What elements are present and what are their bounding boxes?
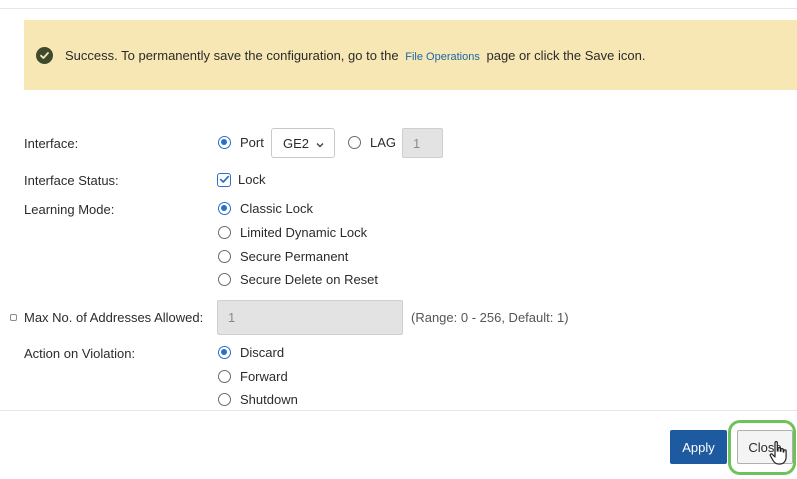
secure-delete-on-reset-radio[interactable]	[218, 273, 231, 286]
checkmark-icon	[219, 175, 229, 183]
required-marker-icon	[10, 314, 17, 322]
violation-option-label: Discard	[240, 345, 285, 360]
forward-radio[interactable]	[218, 370, 231, 383]
port-select[interactable]: GE2	[271, 128, 335, 158]
file-operations-link[interactable]: File Operations	[405, 51, 480, 63]
interface-label: Interface:	[24, 136, 79, 151]
lag-radio-label: LAG	[370, 135, 397, 150]
classic-lock-radio[interactable]	[218, 202, 231, 215]
learning-mode-option-label: Secure Permanent	[240, 249, 349, 264]
alert-message: Success. To permanently save the configu…	[65, 48, 645, 63]
check-circle-icon	[36, 46, 53, 64]
secure-permanent-radio[interactable]	[218, 250, 231, 263]
max-addresses-label-text: Max No. of Addresses Allowed:	[24, 310, 204, 325]
max-addresses-field: 1	[217, 300, 403, 335]
port-select-value: GE2	[283, 135, 310, 151]
learning-mode-option-label: Limited Dynamic Lock	[240, 225, 368, 240]
alert-text-after: page or click the Save icon.	[486, 47, 646, 63]
port-radio[interactable]	[218, 136, 231, 149]
limited-dynamic-lock-radio[interactable]	[218, 226, 231, 239]
violation-option-label: Forward	[240, 369, 288, 384]
port-radio-label: Port	[240, 135, 264, 150]
learning-mode-option[interactable]: Secure Permanent	[218, 249, 348, 264]
max-addresses-label: Max No. of Addresses Allowed:	[10, 310, 203, 325]
lag-value-field: 1	[402, 128, 443, 158]
violation-option[interactable]: Discard	[218, 345, 284, 360]
port-radio-option[interactable]: Port	[218, 135, 264, 150]
learning-mode-option-label: Classic Lock	[240, 201, 313, 216]
learning-mode-option[interactable]: Limited Dynamic Lock	[218, 225, 367, 240]
violation-option[interactable]: Shutdown	[218, 392, 298, 407]
chevron-down-icon	[315, 138, 325, 153]
learning-mode-option[interactable]: Classic Lock	[218, 201, 313, 216]
lock-checkbox-option[interactable]: Lock	[217, 172, 265, 187]
learning-mode-option-label: Secure Delete on Reset	[240, 272, 379, 287]
lag-radio-option[interactable]: LAG	[348, 135, 396, 150]
lag-radio[interactable]	[348, 136, 361, 149]
apply-button[interactable]: Apply	[670, 430, 727, 464]
hand-pointer-cursor-icon	[768, 440, 790, 469]
success-alert: Success. To permanently save the configu…	[24, 20, 797, 90]
learning-mode-label: Learning Mode:	[24, 202, 115, 217]
discard-radio[interactable]	[218, 346, 231, 359]
violation-option[interactable]: Forward	[218, 369, 288, 384]
alert-text-before: Success. To permanently save the configu…	[65, 47, 399, 63]
violation-option-label: Shutdown	[240, 392, 298, 407]
interface-status-label: Interface Status:	[24, 173, 119, 188]
action-on-violation-label: Action on Violation:	[24, 346, 136, 361]
learning-mode-option[interactable]: Secure Delete on Reset	[218, 272, 378, 287]
footer-divider	[0, 410, 797, 411]
lock-checkbox-label: Lock	[238, 172, 266, 187]
max-addresses-hint: (Range: 0 - 256, Default: 1)	[411, 310, 569, 325]
shutdown-radio[interactable]	[218, 393, 231, 406]
top-divider	[0, 8, 797, 9]
lock-checkbox[interactable]	[217, 172, 231, 187]
